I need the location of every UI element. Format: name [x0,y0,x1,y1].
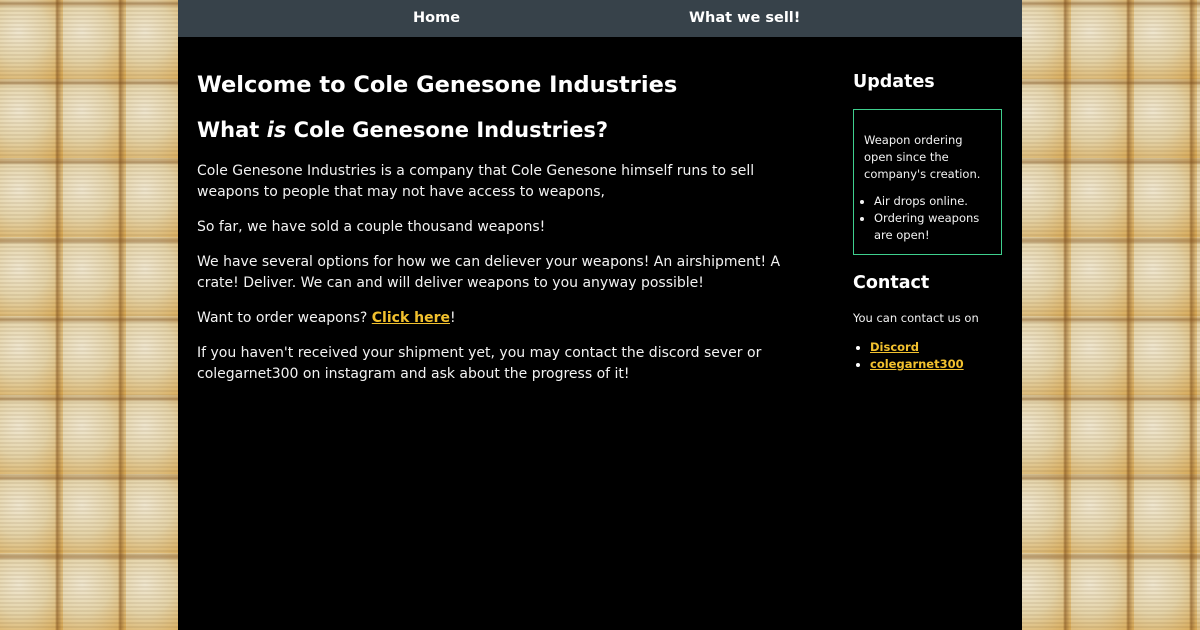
heading-emphasis: is [266,118,287,142]
contact-list: Discord colegarnet300 [853,339,1003,373]
contact-item: colegarnet300 [870,356,1003,373]
nav-home-link[interactable]: Home [413,10,460,26]
intro-paragraph: Cole Genesone Industries is a company th… [197,163,755,201]
page-title: Welcome to Cole Genesone Industries [197,72,678,98]
delivery-paragraph: We have several options for how we can d… [197,254,781,292]
main-content: Welcome to Cole Genesone Industries What… [197,72,817,399]
updates-heading: Updates [853,72,935,92]
order-text: Want to order weapons? [197,310,372,327]
contact-heading: Contact [853,273,930,293]
page-container: Home What we sell! Welcome to Cole Genes… [178,0,1022,630]
click-here-link[interactable]: Click here [372,310,450,326]
updates-item: Ordering weapons are open! [874,210,992,244]
heading-part: What [197,118,267,142]
updates-box: Weapon ordering open since the company's… [853,109,1002,255]
contact-text: You can contact us on [853,311,979,325]
updates-item: Air drops online. [874,193,992,210]
shipment-paragraph: If you haven't received your shipment ye… [197,345,762,383]
heading-part: Cole Genesone Industries? [286,118,609,142]
section-heading: What is Cole Genesone Industries? [197,118,817,143]
order-paragraph: Want to order weapons? Click here! [197,308,817,329]
sales-paragraph: So far, we have sold a couple thousand w… [197,219,546,236]
nav-what-we-sell-link[interactable]: What we sell! [689,10,800,26]
updates-list: Air drops online. Ordering weapons are o… [864,193,992,244]
updates-text: Weapon ordering open since the company's… [864,133,981,181]
instagram-link[interactable]: colegarnet300 [870,357,964,371]
discord-link[interactable]: Discord [870,340,919,354]
sidebar: Updates Weapon ordering open since the c… [853,72,1003,373]
top-nav: Home What we sell! [178,0,1022,37]
contact-item: Discord [870,339,1003,356]
order-text-end: ! [450,310,456,327]
